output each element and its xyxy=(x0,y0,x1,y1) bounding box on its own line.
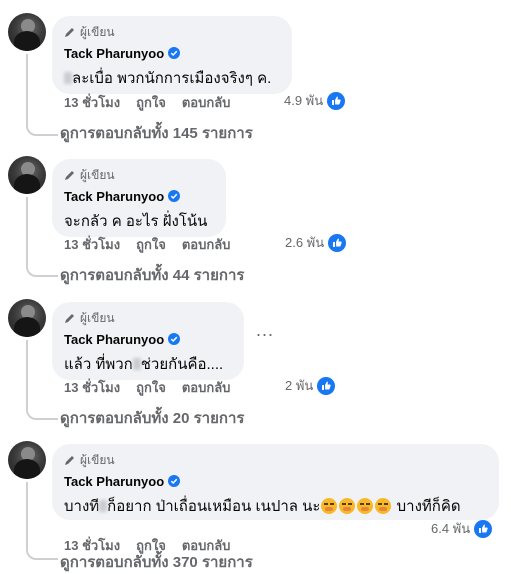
reply-link[interactable]: ตอบกลับ xyxy=(182,377,231,398)
comment-meta: 13 ชั่วโมง ถูกใจ ตอบกลับ xyxy=(64,234,246,255)
author-name[interactable]: Tack Pharunyoo xyxy=(64,46,164,61)
blurred-text xyxy=(99,500,108,512)
like-icon xyxy=(328,233,347,252)
blurred-text xyxy=(64,72,72,84)
like-link[interactable]: ถูกใจ xyxy=(136,92,166,113)
reaction-count[interactable]: 4.9 พัน xyxy=(284,90,346,111)
view-replies-link[interactable]: ดูการตอบกลับทั้ง 370 รายการ xyxy=(60,550,253,574)
blurred-text xyxy=(132,358,141,370)
pencil-icon xyxy=(65,28,74,37)
comment-meta: 13 ชั่วโมง ถูกใจ ตอบกลับ xyxy=(64,377,246,398)
author-name[interactable]: Tack Pharunyoo xyxy=(64,474,164,489)
view-replies-link[interactable]: ดูการตอบกลับทั้ง 44 รายการ xyxy=(60,263,244,287)
comment-bubble: ผู้เขียน Tack Pharunyoo บางที ก็อยาก ป่าเ… xyxy=(52,444,499,520)
more-options-icon[interactable]: ... xyxy=(256,320,274,341)
thread-connector xyxy=(26,197,58,277)
author-badge: ผู้เขียน xyxy=(64,24,280,40)
comment-time[interactable]: 13 ชั่วโมง xyxy=(64,234,120,255)
view-replies-link[interactable]: ดูการตอบกลับทั้ง 20 รายการ xyxy=(60,406,244,430)
emoji-icon xyxy=(339,498,356,514)
author-badge: ผู้เขียน xyxy=(64,452,487,468)
thread-connector xyxy=(26,54,58,136)
comment-bubble: ผู้เขียน Tack Pharunyoo แล้ว ที่พวก ช่วยก… xyxy=(52,302,244,380)
emoji-icon xyxy=(321,498,338,514)
verified-icon xyxy=(168,333,181,345)
like-icon xyxy=(327,91,346,110)
view-replies-link[interactable]: ดูการตอบกลับทั้ง 145 รายการ xyxy=(60,121,253,145)
author-name[interactable]: Tack Pharunyoo xyxy=(64,332,164,347)
avatar[interactable] xyxy=(8,156,46,194)
reaction-count[interactable]: 6.4 พัน xyxy=(431,518,493,539)
reaction-count[interactable]: 2.6 พัน xyxy=(285,232,347,253)
reply-link[interactable]: ตอบกลับ xyxy=(182,234,231,255)
comment-text: ละเบื่อ พวกนักการเมืองจริงๆ ค. xyxy=(64,66,280,90)
comment-meta: 13 ชั่วโมง ถูกใจ ตอบกลับ xyxy=(64,92,246,113)
comment-bubble: ผู้เขียน Tack Pharunyoo ละเบื่อ พวกนักกา… xyxy=(52,16,292,94)
avatar[interactable] xyxy=(8,441,46,479)
author-name[interactable]: Tack Pharunyoo xyxy=(64,189,164,204)
reaction-count[interactable]: 2 พัน xyxy=(285,375,336,396)
like-link[interactable]: ถูกใจ xyxy=(136,377,166,398)
avatar[interactable] xyxy=(8,299,46,337)
pencil-icon xyxy=(65,314,74,323)
comment-text: บางที ก็อยาก ป่าเถื่อนเหมือน เนปาล นะ บาง… xyxy=(64,498,461,515)
comment-time[interactable]: 13 ชั่วโมง xyxy=(64,92,120,113)
comment-text: แล้ว ที่พวก ช่วยกันคือ.... xyxy=(64,356,224,373)
like-icon xyxy=(317,376,336,395)
pencil-icon xyxy=(65,171,74,180)
verified-icon xyxy=(168,190,181,202)
emoji-icon xyxy=(357,498,374,514)
thread-connector xyxy=(26,482,58,560)
verified-icon xyxy=(168,47,181,59)
comment-time[interactable]: 13 ชั่วโมง xyxy=(64,377,120,398)
like-link[interactable]: ถูกใจ xyxy=(136,234,166,255)
author-badge: ผู้เขียน xyxy=(64,310,232,326)
comment-bubble: ผู้เขียน Tack Pharunyoo จะกลัว ค อะไร ฝั… xyxy=(52,159,226,237)
comment-text: จะกลัว ค อะไร ฝั่งโน้น xyxy=(64,213,208,230)
like-icon xyxy=(474,519,493,538)
pencil-icon xyxy=(65,456,74,465)
author-badge: ผู้เขียน xyxy=(64,167,214,183)
avatar[interactable] xyxy=(8,13,46,51)
thread-connector xyxy=(26,340,58,420)
reply-link[interactable]: ตอบกลับ xyxy=(182,92,231,113)
emoji-icon xyxy=(375,498,392,514)
verified-icon xyxy=(168,475,181,487)
